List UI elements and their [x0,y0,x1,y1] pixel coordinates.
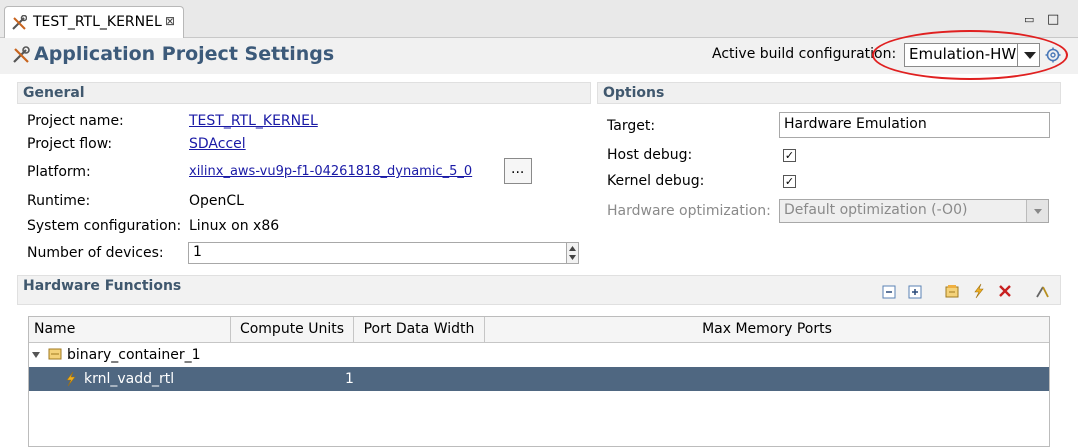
column-header-compute-units[interactable]: Compute Units [231,317,354,343]
collapse-all-icon[interactable] [882,285,896,299]
spinner-arrows-icon [569,246,576,260]
runtime-value: OpenCL [189,193,244,209]
tree-item-kernel[interactable]: krnl_vadd_rtl [84,371,174,387]
editor-tab[interactable]: TEST_RTL_KERNEL ⊠ [4,6,184,39]
highlight-ellipse [872,30,1068,80]
add-container-icon[interactable] [944,283,960,299]
num-devices-input[interactable]: 1 [188,242,568,264]
target-label: Target: [607,118,656,134]
maximize-icon[interactable]: □ [1047,12,1059,27]
tools-icon [12,15,27,30]
container-icon [48,348,62,360]
tab-title: TEST_RTL_KERNEL [33,14,162,30]
project-flow-label: Project flow: [27,136,113,152]
project-name-link[interactable]: TEST_RTL_KERNEL [189,113,318,129]
hardware-functions-header: Hardware Functions [17,275,1061,305]
platform-link[interactable]: xilinx_aws-vu9p-f1-04261818_dynamic_5_0 [189,164,472,179]
settings-tools-icon [13,46,30,63]
expand-all-icon[interactable] [908,285,922,299]
delete-icon[interactable] [998,284,1012,298]
num-devices-spinner[interactable] [566,242,579,264]
host-debug-checkbox[interactable]: ✓ [783,149,796,162]
system-config-label: System configuration: [27,218,182,234]
chevron-down-icon [1034,209,1042,214]
kernel-debug-checkbox[interactable]: ✓ [783,175,796,188]
project-name-label: Project name: [27,113,124,129]
tree-expanded-icon[interactable] [31,350,41,360]
target-field[interactable]: Hardware Emulation [779,112,1050,138]
minimize-icon[interactable]: ▭ [1024,13,1034,26]
column-header-port-data-width[interactable]: Port Data Width [354,317,485,343]
host-debug-label: Host debug: [607,147,693,163]
add-function-icon[interactable] [971,283,987,299]
kernel-compute-units: 1 [345,371,354,387]
general-section-header: General [17,82,591,104]
tree-item-container[interactable]: binary_container_1 [67,347,201,363]
num-devices-label: Number of devices: [27,245,164,261]
page-title: Application Project Settings [34,43,335,65]
kernel-function-icon [66,371,76,387]
settings-wand-icon[interactable] [1034,283,1050,299]
project-flow-link[interactable]: SDAccel [189,136,246,152]
kernel-debug-label: Kernel debug: [607,173,705,189]
options-section-header: Options [597,82,1061,104]
hw-opt-select[interactable]: Default optimization (-O0) [779,199,1049,223]
column-header-max-memory-ports[interactable]: Max Memory Ports [485,317,1049,343]
hw-opt-dropdown-button[interactable] [1026,200,1048,222]
system-config-value: Linux on x86 [189,218,280,234]
hardware-functions-title: Hardware Functions [23,278,182,294]
platform-browse-button[interactable]: ... [504,158,532,184]
close-icon[interactable]: ⊠ [165,14,175,28]
build-config-label: Active build configuration: [712,46,897,62]
runtime-label: Runtime: [27,193,91,209]
hw-opt-label: Hardware optimization: [607,203,771,219]
platform-label: Platform: [27,164,91,180]
table-row-selected[interactable] [29,367,1049,391]
column-header-name[interactable]: Name [29,317,231,343]
